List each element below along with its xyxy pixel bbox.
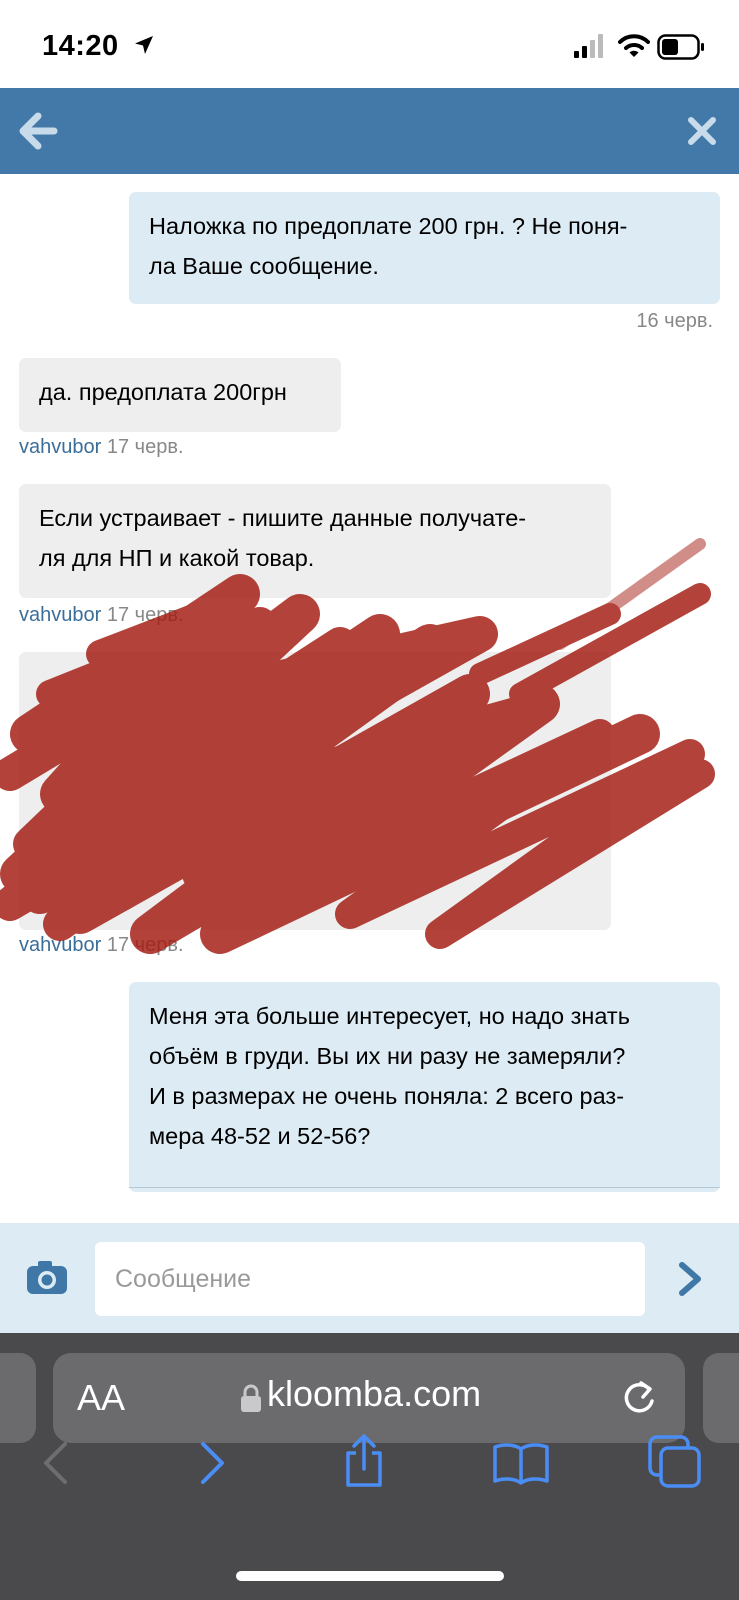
message-meta: vahvubor 17 черв. [19, 604, 184, 627]
reload-icon[interactable] [619, 1375, 659, 1419]
close-x-icon[interactable] [687, 116, 717, 146]
message-bubble-incoming: Если устраивает - пишите данные получате… [19, 484, 611, 598]
home-indicator[interactable] [236, 1571, 504, 1581]
message-meta: vahvubor 17 черв. [19, 436, 184, 459]
message-date: 16 черв. [636, 310, 713, 332]
message-bubble-incoming: да. предоплата 200грн [19, 358, 341, 432]
message-meta: vahvubor 17 черв. [19, 934, 184, 957]
tabs-icon[interactable] [648, 1435, 702, 1489]
previous-tab-preview[interactable] [0, 1353, 36, 1443]
chevron-right-icon[interactable] [676, 1261, 706, 1297]
url-text[interactable]: kloomba.com [267, 1373, 481, 1415]
message-date: 17 черв. [106, 436, 184, 458]
message-text: да. предоплата 200грн [39, 379, 287, 405]
divider [129, 1187, 720, 1188]
forward-icon[interactable] [198, 1441, 228, 1485]
message-author[interactable]: vahvubor [19, 934, 101, 956]
next-tab-preview[interactable] [703, 1353, 739, 1443]
message-bubble-redacted [19, 652, 611, 930]
message-text: Наложка по предоплате 200 грн. ? Не поня… [149, 213, 628, 279]
location-arrow-icon [135, 36, 153, 54]
browser-toolbar: AA kloomba.com [0, 1333, 739, 1600]
message-author[interactable]: vahvubor [19, 436, 101, 458]
message-list[interactable]: Наложка по предоплате 200 грн. ? Не поня… [0, 174, 739, 1223]
bookmarks-icon[interactable] [492, 1441, 550, 1485]
reader-options-button[interactable]: AA [77, 1377, 125, 1419]
message-text: Меня эта больше интересует, но надо знат… [149, 1003, 630, 1149]
address-bar[interactable]: AA kloomba.com [53, 1353, 685, 1443]
message-text: Если устраивает - пишите данные получате… [39, 505, 527, 571]
message-bubble-outgoing: Наложка по предоплате 200 грн. ? Не поня… [129, 192, 720, 304]
camera-icon[interactable] [26, 1259, 68, 1295]
message-input[interactable] [95, 1242, 645, 1316]
lock-icon [241, 1384, 261, 1412]
message-date: 17 черв. [106, 604, 184, 626]
back-icon[interactable] [40, 1441, 70, 1485]
arrow-left-icon[interactable] [18, 112, 58, 150]
status-bar: 14:20 [0, 0, 739, 88]
battery-icon [657, 34, 704, 60]
message-meta: 16 черв. [636, 310, 713, 333]
wifi-icon [618, 34, 650, 57]
signal-icon [574, 34, 603, 58]
message-bubble-outgoing: Меня эта больше интересует, но надо знат… [129, 982, 720, 1192]
compose-bar [0, 1223, 739, 1333]
message-author[interactable]: vahvubor [19, 604, 101, 626]
status-time: 14:20 [42, 30, 119, 62]
chat-header [0, 88, 739, 174]
message-date: 17 черв. [106, 934, 184, 956]
share-icon[interactable] [342, 1433, 386, 1489]
